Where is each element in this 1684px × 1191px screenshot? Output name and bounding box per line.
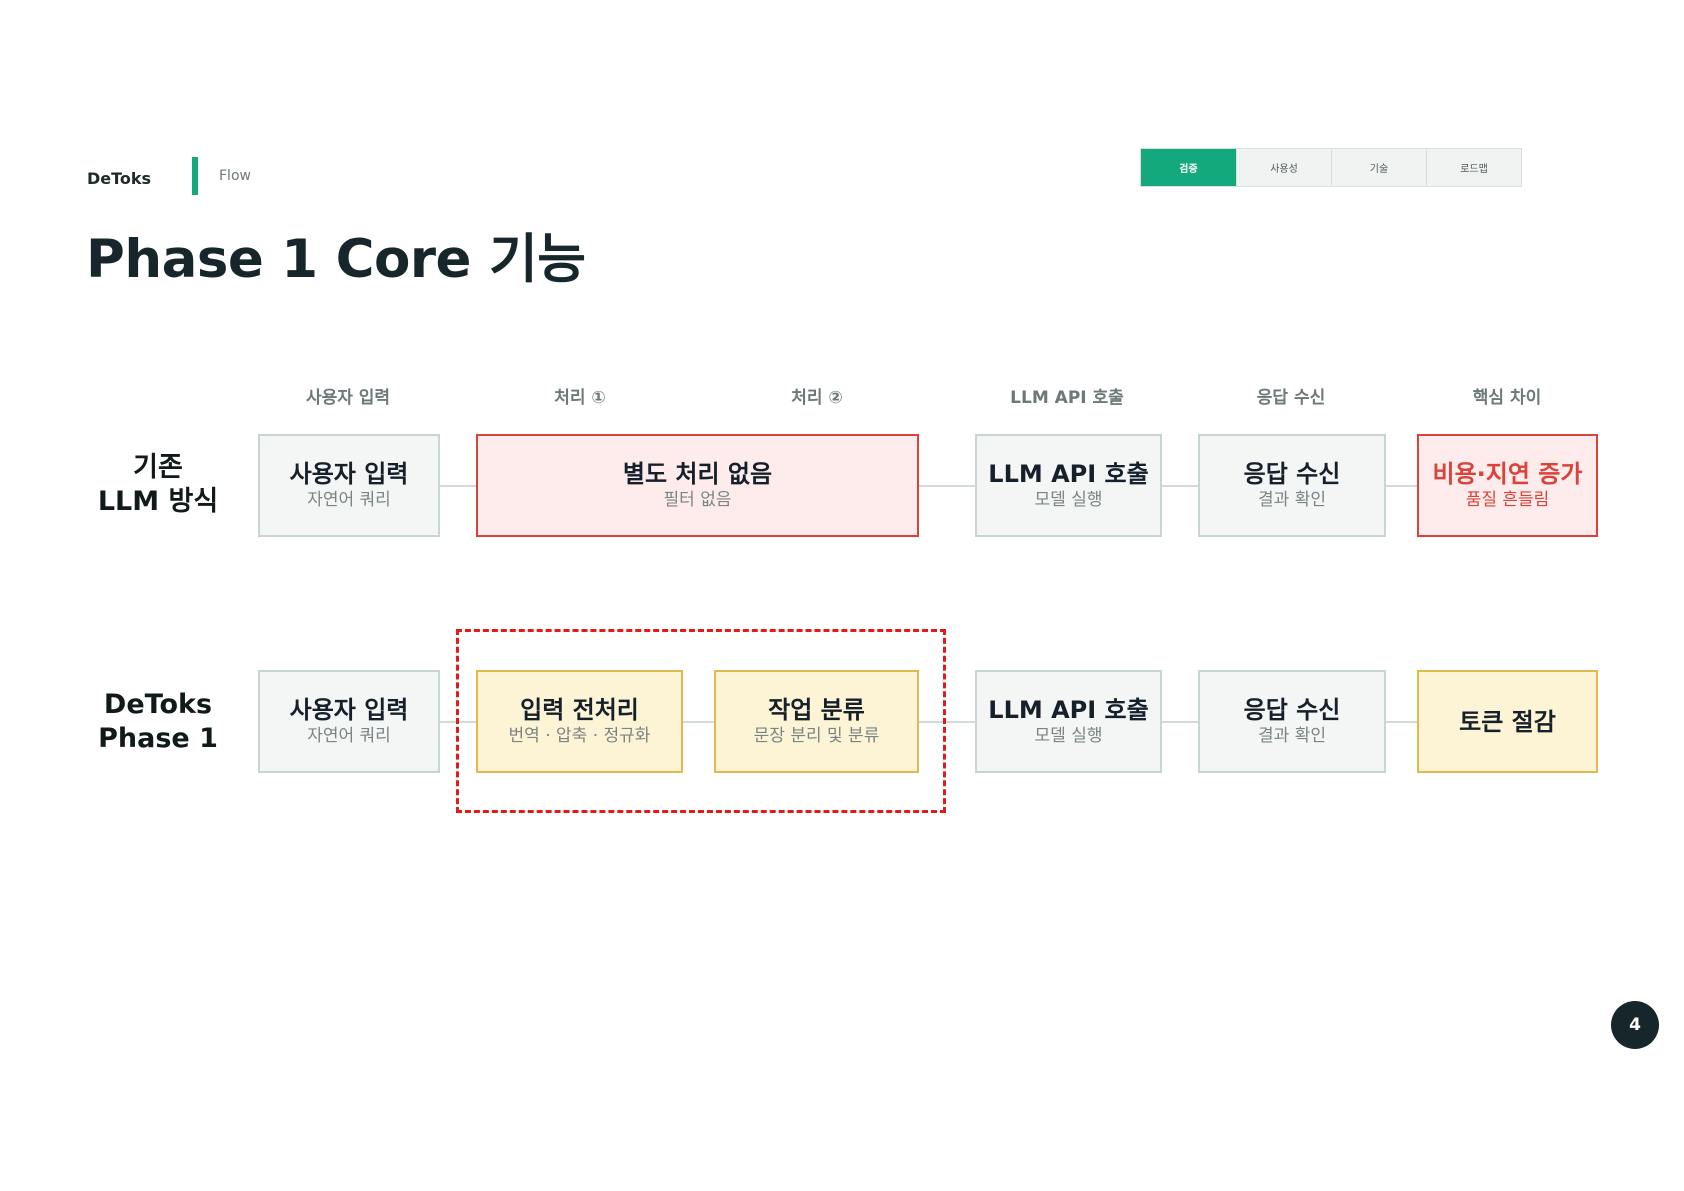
legacy-node-response: 응답 수신 결과 확인 — [1198, 434, 1386, 537]
node-subtitle: 필터 없음 — [663, 490, 732, 510]
connector — [1162, 485, 1198, 487]
section-label: Flow — [219, 168, 251, 184]
node-subtitle: 자연어 쿼리 — [307, 726, 391, 746]
column-header-llm-call: LLM API 호출 — [1010, 388, 1124, 408]
row-label-detoks-line1: DeToks — [103, 689, 213, 720]
connector — [440, 485, 476, 487]
node-subtitle: 결과 확인 — [1258, 490, 1326, 510]
section-tabs: 검증 사용성 기술 로드맵 — [1140, 148, 1522, 187]
row-label-legacy-line2: LLM 방식 — [97, 486, 219, 517]
legacy-node-llm-call: LLM API 호출 모델 실행 — [975, 434, 1162, 537]
column-header-user-input: 사용자 입력 — [305, 388, 391, 408]
node-subtitle: 결과 확인 — [1258, 726, 1326, 746]
connector — [919, 485, 975, 487]
column-header-key-difference: 핵심 차이 — [1472, 388, 1542, 408]
node-title: 별도 처리 없음 — [622, 460, 773, 488]
node-title: 응답 수신 — [1243, 460, 1341, 488]
column-header-response: 응답 수신 — [1256, 388, 1326, 408]
node-title: 비용·지연 증가 — [1432, 460, 1583, 488]
node-title: 입력 전처리 — [520, 696, 639, 724]
tab-technology[interactable]: 기술 — [1331, 149, 1426, 186]
detoks-node-classification: 작업 분류 문장 분리 및 분류 — [714, 670, 919, 773]
row-label-detoks: DeToks Phase 1 — [78, 688, 238, 756]
node-title: 토큰 절감 — [1459, 707, 1556, 736]
connector — [1162, 721, 1198, 723]
row-label-detoks-line2: Phase 1 — [98, 723, 218, 754]
node-subtitle: 자연어 쿼리 — [307, 490, 391, 510]
node-subtitle: 문장 분리 및 분류 — [753, 726, 880, 746]
detoks-node-response: 응답 수신 결과 확인 — [1198, 670, 1386, 773]
detoks-node-token-savings: 토큰 절감 — [1417, 670, 1598, 773]
page-title: Phase 1 Core 기능 — [86, 229, 586, 290]
node-title: 응답 수신 — [1243, 696, 1341, 724]
legacy-node-cost-increase: 비용·지연 증가 품질 흔들림 — [1417, 434, 1598, 537]
column-header-process-2: 처리 ② — [791, 388, 843, 408]
connector — [1386, 485, 1417, 487]
connector — [1386, 721, 1417, 723]
node-title: LLM API 호출 — [988, 696, 1149, 724]
row-label-legacy-line1: 기존 — [133, 452, 183, 483]
brand-name: DeToks — [87, 169, 152, 188]
row-label-legacy: 기존 LLM 방식 — [78, 451, 238, 519]
page-number-badge: 4 — [1611, 1001, 1659, 1049]
detoks-node-preprocessing: 입력 전처리 번역 · 압축 · 정규화 — [476, 670, 683, 773]
tab-validation[interactable]: 검증 — [1141, 149, 1236, 186]
legacy-node-no-processing: 별도 처리 없음 필터 없음 — [476, 434, 919, 537]
node-subtitle: 모델 실행 — [1034, 490, 1103, 510]
detoks-node-llm-call: LLM API 호출 모델 실행 — [975, 670, 1162, 773]
legacy-node-user-input: 사용자 입력 자연어 쿼리 — [258, 434, 440, 537]
node-title: LLM API 호출 — [988, 460, 1149, 488]
column-header-process-1: 처리 ① — [554, 388, 606, 408]
detoks-node-user-input: 사용자 입력 자연어 쿼리 — [258, 670, 440, 773]
brand-divider — [192, 157, 198, 195]
tab-usability[interactable]: 사용성 — [1236, 149, 1331, 186]
node-title: 작업 분류 — [768, 696, 865, 724]
tab-roadmap[interactable]: 로드맵 — [1426, 149, 1521, 186]
node-title: 사용자 입력 — [289, 460, 409, 488]
node-subtitle: 품질 흔들림 — [1465, 490, 1550, 510]
node-title: 사용자 입력 — [289, 696, 409, 724]
node-subtitle: 모델 실행 — [1034, 726, 1103, 746]
node-subtitle: 번역 · 압축 · 정규화 — [508, 726, 651, 746]
